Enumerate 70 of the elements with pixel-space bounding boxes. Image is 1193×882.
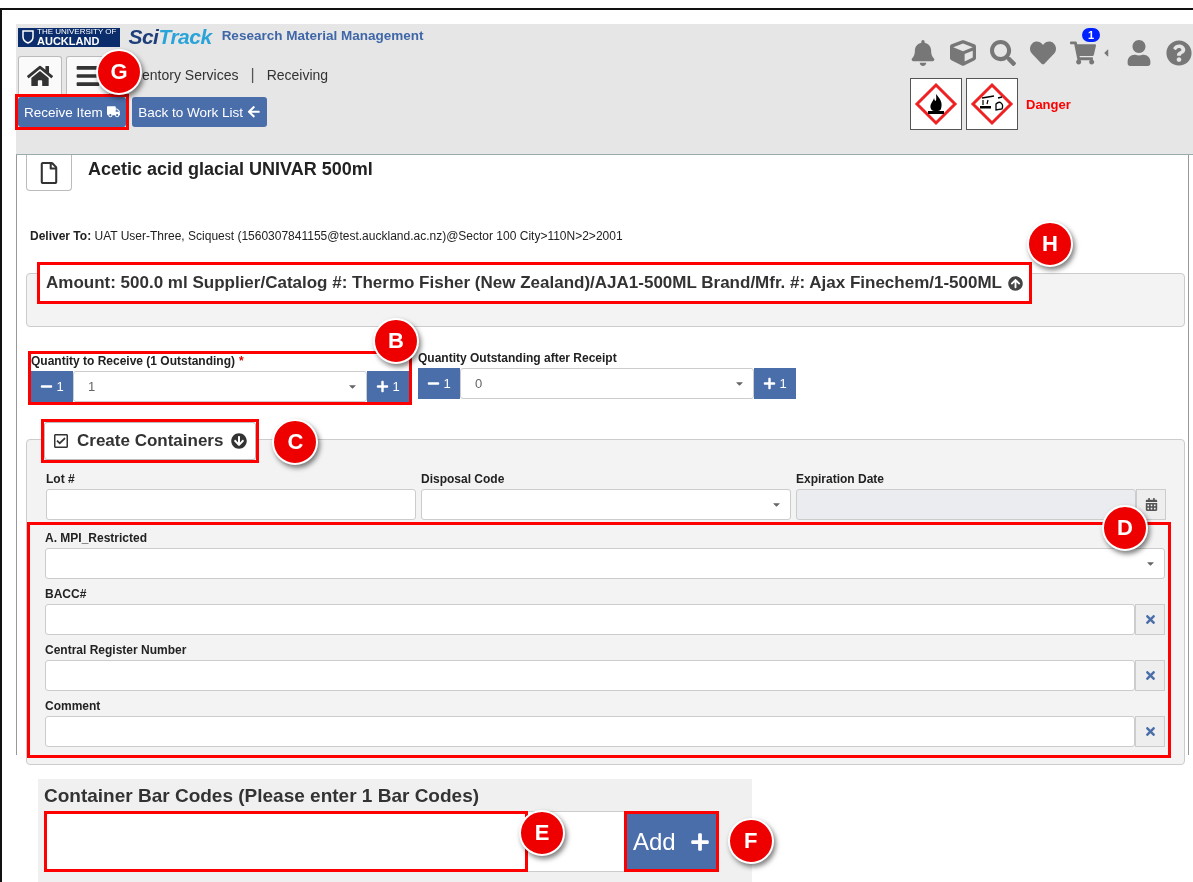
callout-badge: G [96,49,142,95]
clear-button[interactable] [1135,660,1165,691]
field-label: Expiration Date [796,472,886,486]
expand-icon [231,433,248,449]
item-title: Acetic acid glacial UNIVAR 500ml [88,158,373,180]
calendar-icon [1144,498,1158,511]
plus-icon [376,380,390,393]
quantity-select[interactable]: 1 [73,371,367,402]
increment-button[interactable]: 1 [367,371,409,402]
truck-icon [106,105,121,119]
plus-icon [689,831,710,852]
callout-badge: C [272,419,319,465]
help-icon[interactable] [1166,40,1192,66]
breadcrumb-link[interactable]: Receiving [266,67,329,83]
deliver-to-text: Deliver To: UAT User-Three, Sciquest (1560307841155@test.auckland.ac.nz)@Sector 100 City>110N>2>2001 [30,229,624,243]
callout-badge: F [727,818,774,864]
home-button[interactable] [18,56,62,94]
select-field[interactable] [45,548,1165,579]
arrow-left-icon [247,105,261,119]
add-button[interactable]: Add [627,814,716,869]
field-label: BACC# [45,587,88,601]
calendar-button[interactable] [1136,489,1166,520]
close-icon [1143,669,1157,682]
field-label: Lot # [46,472,76,486]
crest-icon [22,30,34,44]
callout-badge: H [1027,221,1073,267]
toolbar-button[interactable]: Receive Item [18,97,127,127]
close-icon [1143,725,1157,738]
field-label: Quantity Outstanding after Receipt [418,351,618,365]
breadcrumb-separator: | [250,66,255,84]
logo-text: THE UNIVERSITY OF [37,27,117,36]
document-button[interactable] [26,155,72,191]
search-icon[interactable] [990,40,1016,66]
app-title: Research Material Management [221,27,424,43]
cart-count-badge: 1 [1082,28,1101,42]
text-field[interactable] [46,489,416,520]
user-icon[interactable] [1126,40,1152,66]
decrement-button[interactable]: 1 [31,371,73,402]
checkbox-icon[interactable] [53,433,69,449]
field-label: Quantity to Receive (1 Outstanding) * [31,354,245,368]
clear-button[interactable] [1135,716,1165,747]
toolbar-button[interactable]: Back to Work List [132,97,267,127]
clear-button[interactable] [1135,604,1165,635]
quantity-select[interactable]: 0 [460,368,754,399]
field-label: Disposal Code [421,472,506,486]
field-label: Central Register Number [45,643,188,657]
increment-button[interactable]: 1 [754,368,796,399]
callout-badge: B [373,318,419,364]
decrement-button[interactable]: 1 [418,368,460,399]
create-containers-toggle[interactable]: Create Containers [44,422,257,460]
brand-name: Sci [128,25,159,49]
text-field[interactable] [45,716,1135,747]
brand-name: Track [158,25,212,49]
select-field[interactable] [421,489,791,520]
bell-icon[interactable] [910,40,936,66]
field-label: A. MPI_Restricted [45,531,149,545]
field-label: Comment [45,699,102,713]
section-title: Container Bar Codes (Please enter 1 Bar Codes) [44,785,481,807]
breadcrumb-link[interactable]: entory Services [142,67,239,83]
collapse-icon [1008,275,1023,291]
hazard-signal-word: Danger [1026,96,1071,112]
cube-icon[interactable] [950,40,976,66]
close-icon [1143,613,1157,626]
logo-text: AUCKLAND [37,35,101,47]
text-field[interactable] [45,604,1135,635]
plus-icon [763,377,777,390]
text-field[interactable] [45,660,1135,691]
heart-icon[interactable] [1030,40,1056,66]
document-icon [38,161,60,184]
cart-icon[interactable] [1070,40,1096,66]
